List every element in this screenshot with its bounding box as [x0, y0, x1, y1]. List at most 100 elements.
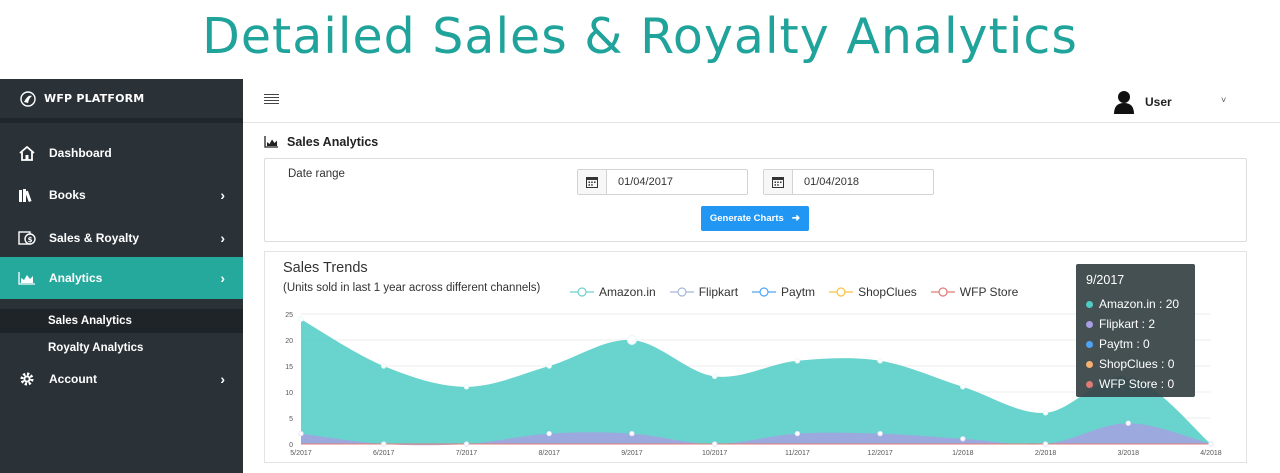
start-date-field[interactable]	[577, 169, 748, 195]
end-date-field[interactable]	[763, 169, 934, 195]
data-point	[381, 363, 387, 369]
y-tick-label: 15	[285, 364, 293, 371]
home-icon	[18, 144, 36, 162]
x-tick-label: 11/2017	[785, 450, 810, 457]
data-point	[794, 358, 801, 364]
y-tick-label: 25	[285, 312, 293, 319]
x-tick-label: 6/2017	[373, 450, 395, 457]
sidebar-item-analytics[interactable]: Analytics ›	[0, 257, 243, 299]
data-point	[1208, 441, 1214, 447]
data-point	[1125, 420, 1131, 426]
x-tick-label: 1/2018	[952, 450, 974, 457]
chevron-right-icon: ›	[220, 371, 225, 387]
sidebar-subitem-royalty-analytics[interactable]: Royalty Analytics	[0, 336, 243, 360]
sidebar-item-label: Analytics	[49, 271, 103, 285]
sidebar-item-label: Books	[49, 188, 86, 202]
legend-label: ShopClues	[858, 285, 917, 299]
legend-item[interactable]: Paytm	[752, 285, 815, 299]
legend-item[interactable]: WFP Store	[930, 285, 1019, 299]
series-color-dot	[1086, 380, 1093, 388]
data-point	[298, 430, 304, 437]
legend-item[interactable]: Flipkart	[669, 285, 739, 299]
sidebar: WFP PLATFORM Dashboard Books › $ Sales &…	[0, 79, 243, 473]
legend-item[interactable]: Amazon.in	[570, 285, 656, 299]
sidebar-item-sales-royalty[interactable]: $ Sales & Royalty ›	[0, 217, 243, 259]
legend-label: Paytm	[781, 285, 816, 299]
data-point	[960, 436, 966, 442]
legend-marker-icon	[829, 287, 854, 297]
chevron-right-icon: ›	[220, 270, 225, 286]
chevron-down-icon[interactable]: ˅	[1221, 95, 1226, 105]
chart-tooltip: 9/2017 Amazon.in : 20 Flipkart : 2 Paytm :…	[1076, 264, 1195, 397]
tooltip-row-text: Paytm : 0	[1099, 337, 1150, 351]
data-point	[794, 430, 801, 437]
chart-title: Sales Trends	[283, 260, 368, 276]
section-title: Sales Analytics	[287, 135, 379, 149]
series-color-dot	[1086, 340, 1093, 348]
data-point	[298, 316, 304, 322]
tooltip-row-text: Flipkart : 2	[1099, 317, 1156, 331]
tooltip-row-text: Amazon.in : 20	[1099, 297, 1180, 311]
x-tick-label: 12/2017	[867, 450, 892, 457]
legend-label: Flipkart	[698, 285, 739, 299]
chevron-right-icon: ›	[220, 187, 225, 203]
date-range-label: Date range	[288, 168, 345, 180]
data-point	[1042, 441, 1049, 447]
sidebar-item-label: Dashboard	[49, 146, 112, 160]
sidebar-subitem-label: Sales Analytics	[48, 315, 132, 327]
start-date-input[interactable]	[607, 170, 747, 194]
topbar: User ˅	[243, 79, 1280, 123]
tooltip-row-text: ShopClues : 0	[1099, 357, 1175, 371]
legend-marker-icon	[570, 287, 594, 297]
tooltip-row: Flipkart : 2	[1086, 314, 1185, 334]
sidebar-item-label: Account	[49, 372, 97, 386]
data-point	[877, 358, 883, 364]
data-point	[546, 363, 552, 369]
user-menu[interactable]: User	[1113, 89, 1172, 115]
generate-charts-button[interactable]: Generate Charts ➜	[701, 206, 809, 231]
data-point	[381, 441, 387, 447]
sidebar-subitem-label: Royalty Analytics	[48, 342, 144, 354]
sidebar-item-books[interactable]: Books ›	[0, 174, 243, 216]
tooltip-row: Paytm : 0	[1086, 334, 1185, 354]
tooltip-row: WFP Store : 0	[1086, 374, 1185, 394]
legend-marker-icon	[752, 287, 777, 297]
y-tick-label: 10	[285, 390, 293, 397]
x-tick-label: 8/2017	[538, 450, 560, 457]
legend-marker-icon	[930, 287, 955, 297]
menu-toggle-icon[interactable]	[264, 94, 279, 107]
tooltip-row-text: WFP Store : 0	[1099, 377, 1175, 391]
data-point	[877, 430, 883, 437]
legend-item[interactable]: ShopClues	[829, 285, 917, 299]
legend-label: WFP Store	[959, 285, 1019, 299]
chart-legend: Amazon.in Flipkart Paytm ShopClues WFP Store	[570, 285, 1032, 299]
brand[interactable]: WFP PLATFORM	[0, 79, 243, 123]
generate-charts-label: Generate Charts	[709, 213, 784, 224]
tooltip-title: 9/2017	[1086, 273, 1125, 287]
x-tick-label: 5/2017	[290, 450, 312, 457]
x-tick-label: 10/2017	[702, 450, 727, 457]
brand-name: WFP PLATFORM	[44, 92, 145, 105]
logo-icon	[20, 90, 36, 107]
y-tick-label: 5	[289, 416, 293, 423]
page-title: Detailed Sales & Royalty Analytics	[202, 8, 1078, 65]
sidebar-item-dashboard[interactable]: Dashboard	[0, 132, 243, 174]
tooltip-row: ShopClues : 0	[1086, 354, 1185, 374]
books-icon	[18, 186, 36, 204]
legend-marker-icon	[669, 287, 694, 297]
chart-subtitle: (Units sold in last 1 year across differ…	[283, 282, 541, 294]
calendar-icon[interactable]	[764, 170, 793, 194]
area-chart-icon	[18, 269, 36, 287]
end-date-input[interactable]	[793, 170, 933, 194]
data-point	[463, 384, 470, 390]
x-tick-label: 4/2018	[1200, 450, 1222, 457]
calendar-icon[interactable]	[578, 170, 607, 194]
data-point	[546, 430, 552, 437]
tooltip-row: Amazon.in : 20	[1086, 294, 1185, 314]
sidebar-item-account[interactable]: Account ›	[0, 358, 243, 400]
data-point	[711, 373, 718, 380]
x-tick-label: 9/2017	[621, 450, 643, 457]
sidebar-subitem-sales-analytics[interactable]: Sales Analytics	[0, 309, 243, 333]
x-tick-label: 2/2018	[1035, 450, 1057, 457]
series-color-dot	[1086, 300, 1093, 308]
